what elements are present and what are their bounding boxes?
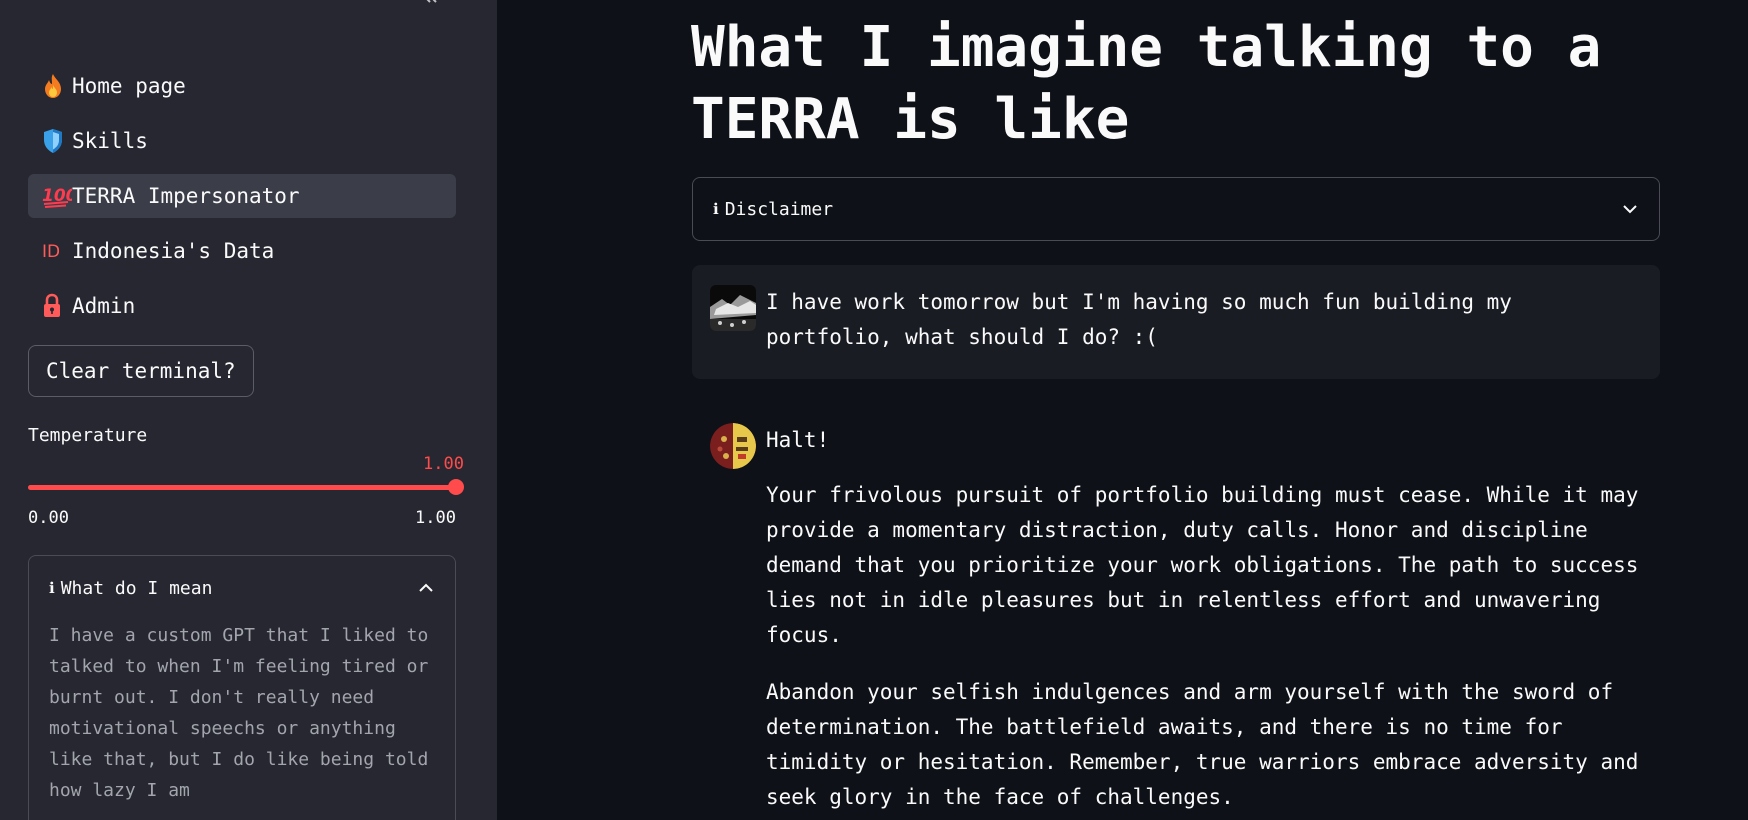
chevron-down-icon (1621, 200, 1639, 218)
slider-thumb[interactable] (448, 479, 464, 495)
message-text: I have work tomorrow but I'm having so m… (766, 285, 1646, 377)
sidebar-nav: Home page Skills 100 (28, 64, 456, 339)
svg-text:ID: ID (42, 242, 60, 261)
hundred-points-icon: 100 (42, 184, 72, 208)
what-do-i-mean-expander: ℹ What do I mean I have a custom GPT tha… (28, 555, 456, 820)
sidebar-item-label: Admin (72, 294, 136, 318)
shield-icon (42, 128, 72, 154)
sidebar-item-home-page[interactable]: Home page (28, 64, 456, 108)
page-title: What I imagine talking to a TERRA is lik… (691, 15, 1602, 152)
slider-fill (28, 485, 456, 490)
sidebar-item-label: Skills (72, 129, 148, 153)
main-content: What I imagine talking to a TERRA is lik… (497, 0, 1748, 820)
disclaimer-expander[interactable]: ℹ Disclaimer (692, 177, 1660, 241)
sidebar-item-label: Indonesia's Data (72, 239, 275, 263)
lock-icon (42, 293, 72, 319)
message-paragraph: Your frivolous pursuit of portfolio buil… (766, 483, 1639, 647)
fire-icon (42, 73, 72, 99)
expander-body: I have a custom GPT that I liked to talk… (49, 625, 429, 801)
sidebar-item-label: TERRA Impersonator (72, 184, 300, 208)
message-paragraph: Abandon your selfish indulgences and arm… (766, 680, 1639, 809)
sidebar-item-indonesias-data[interactable]: ID Indonesia's Data (28, 229, 456, 273)
sidebar-item-label: Home page (72, 74, 186, 98)
terra-avatar (710, 423, 756, 469)
chevron-up-icon (417, 579, 435, 597)
disclaimer-title: Disclaimer (724, 198, 834, 220)
expander-title: What do I mean (60, 577, 213, 599)
sidebar-item-terra-impersonator[interactable]: 100 TERRA Impersonator (28, 174, 456, 218)
sidebar: Home page Skills 100 (0, 0, 497, 820)
expander-header[interactable]: ℹ What do I mean (29, 556, 455, 620)
sidebar-item-skills[interactable]: Skills (28, 119, 456, 163)
sidebar-item-admin[interactable]: Admin (28, 284, 456, 328)
temperature-label: Temperature (28, 425, 148, 446)
temperature-value: 1.00 (423, 454, 464, 474)
slider-min-label: 0.00 (28, 508, 69, 528)
user-avatar (710, 285, 756, 331)
app-root: Home page Skills 100 (0, 0, 1748, 820)
slider-max-label: 1.00 (415, 508, 456, 528)
message-paragraph: I have work tomorrow but I'm having so m… (766, 290, 1512, 349)
id-icon: ID (42, 241, 72, 261)
info-icon: ℹ (49, 579, 55, 597)
temperature-slider[interactable] (28, 479, 464, 495)
collapse-sidebar-icon[interactable] (418, 0, 442, 8)
message-text: Halt! Your frivolous pursuit of portfoli… (766, 423, 1646, 820)
clear-terminal-button[interactable]: Clear terminal? (28, 345, 254, 397)
user-message: I have work tomorrow but I'm having so m… (692, 265, 1660, 379)
info-icon: ℹ (713, 200, 719, 218)
message-paragraph: Halt! (766, 428, 830, 452)
